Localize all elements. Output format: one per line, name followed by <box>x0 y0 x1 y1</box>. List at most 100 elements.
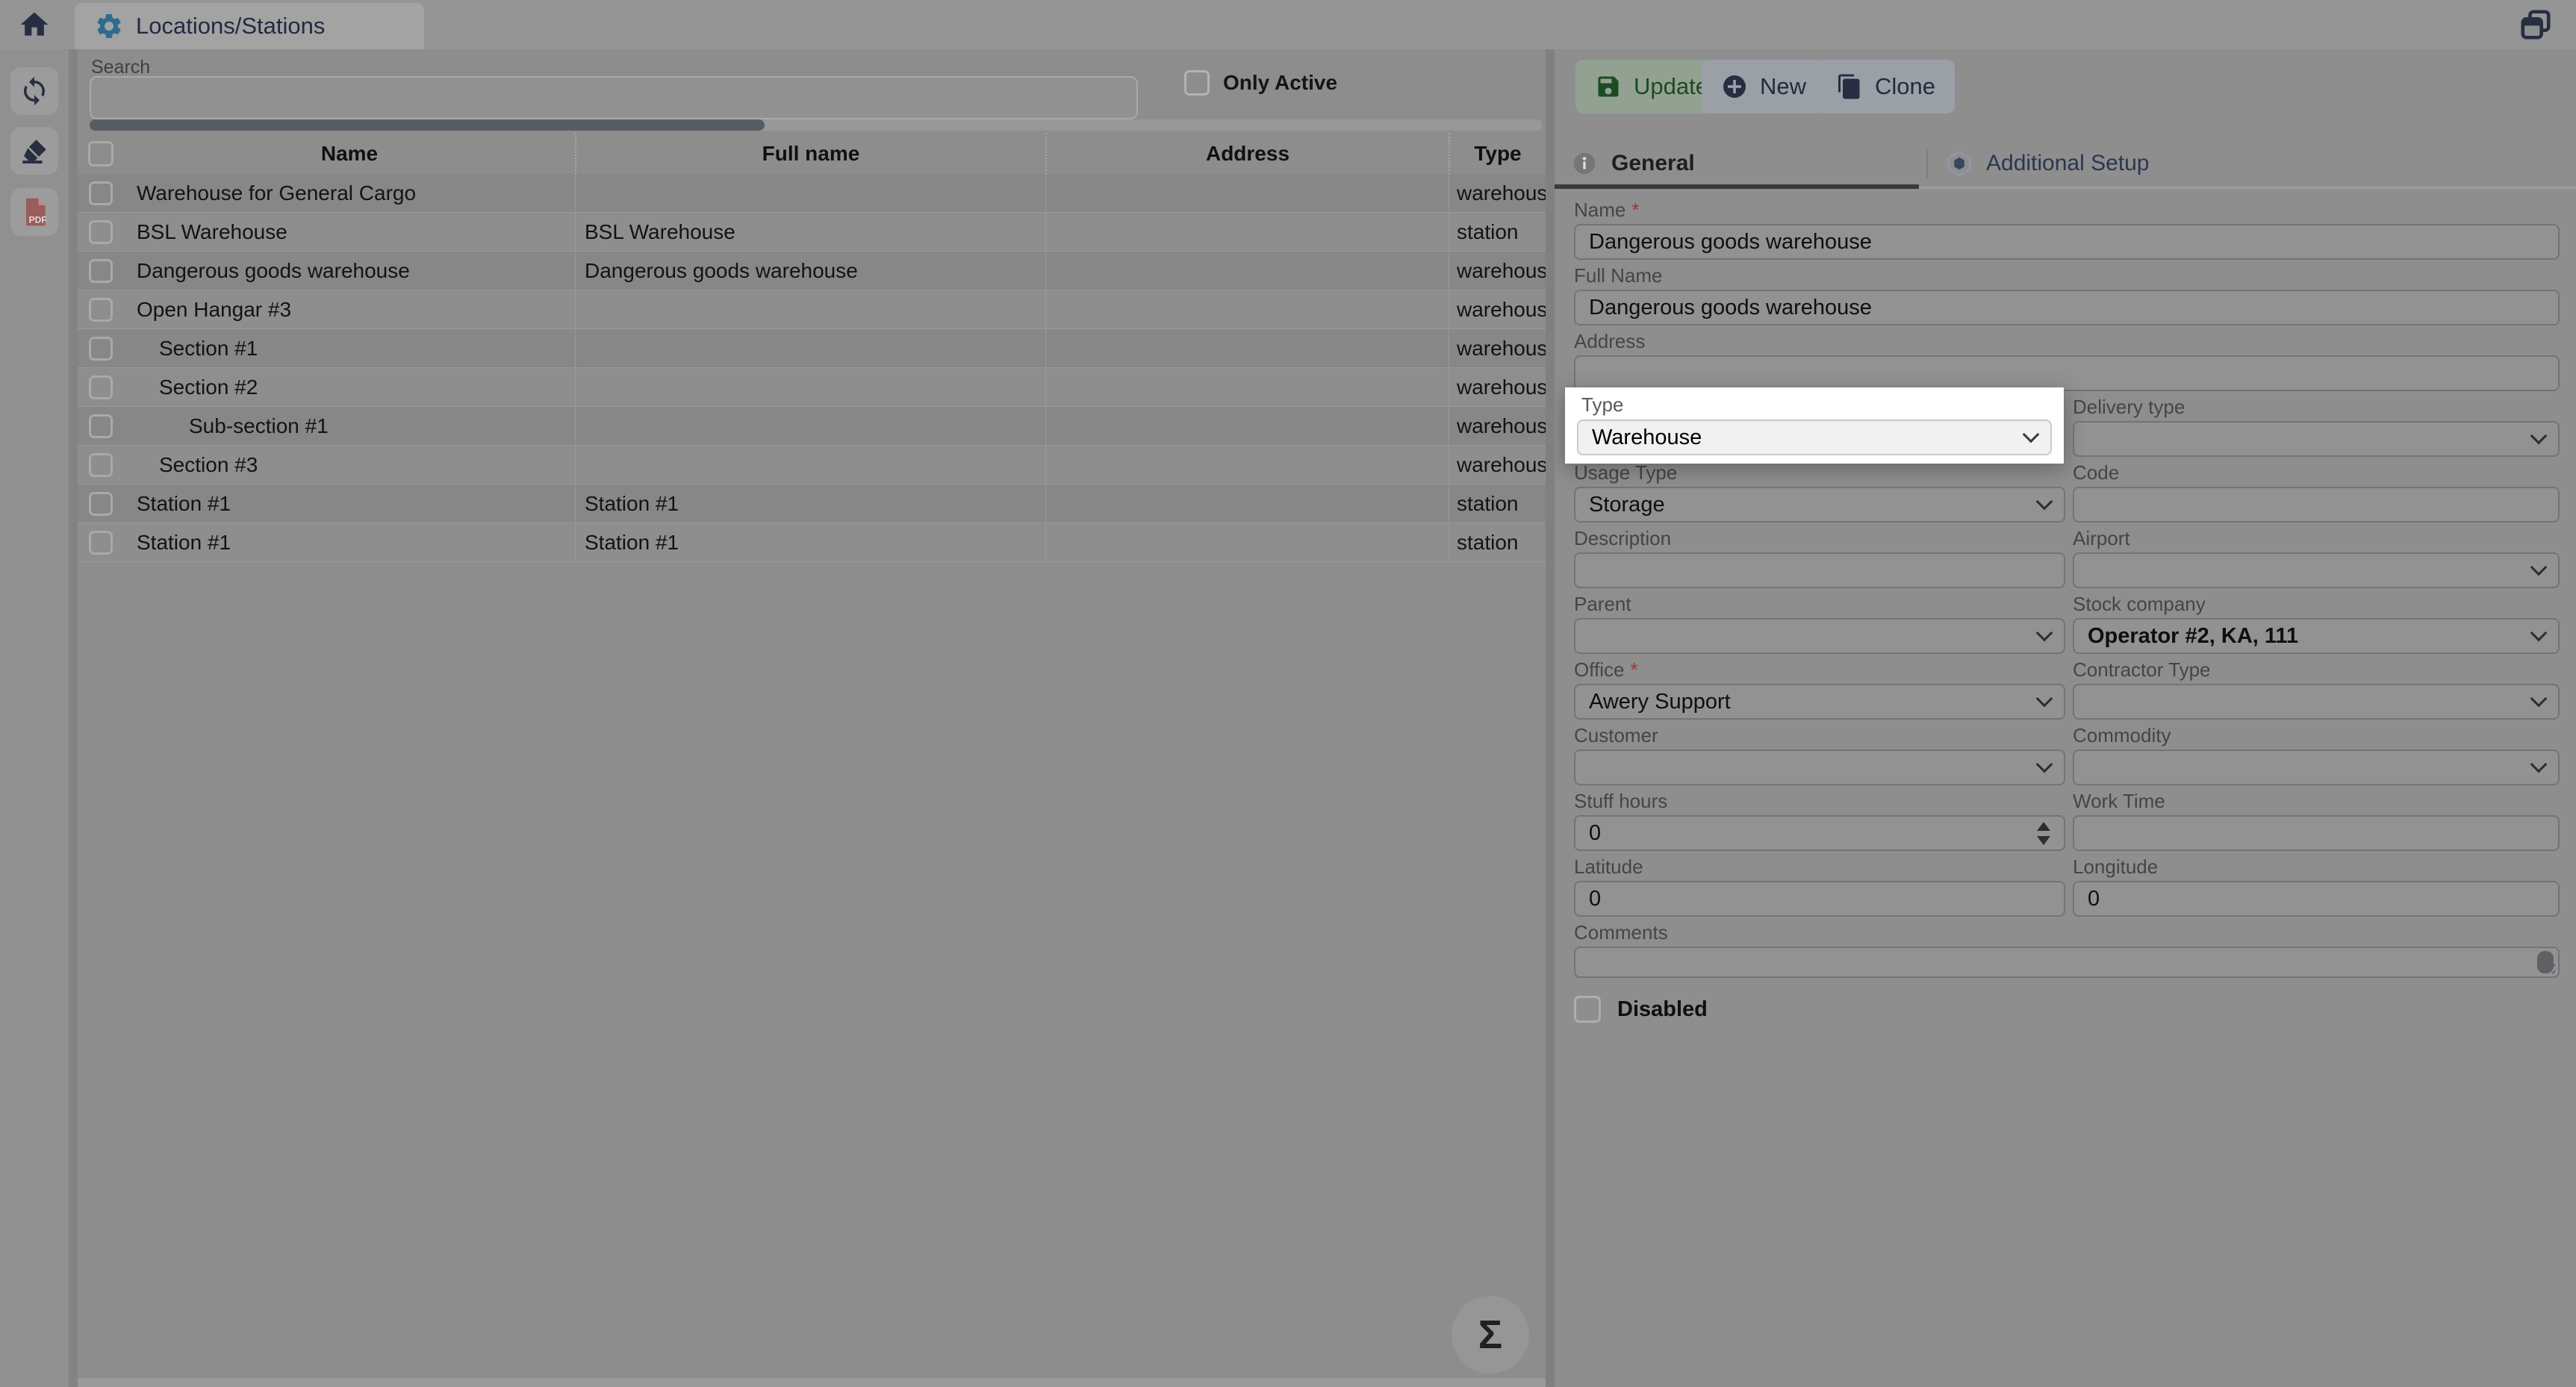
stock-company-value: Operator #2, KA, 111 <box>2088 624 2298 649</box>
work-time-input[interactable] <box>2073 815 2560 851</box>
tab-locations-stations[interactable]: Locations/Stations <box>75 3 424 49</box>
code-input[interactable] <box>2073 487 2560 523</box>
clear-filters-button[interactable] <box>10 127 58 175</box>
stock-company-select[interactable]: Operator #2, KA, 111 <box>2073 618 2560 654</box>
table-row[interactable]: Open Hangar #3 warehouse <box>78 290 1546 329</box>
commodity-select[interactable] <box>2073 749 2560 785</box>
row-checkbox[interactable] <box>89 337 113 361</box>
search-input[interactable] <box>90 76 1138 119</box>
row-checkbox-cell <box>78 298 124 322</box>
horizontal-scrollbar-thumb[interactable] <box>90 119 765 131</box>
table-row[interactable]: Station #1 Station #1 station <box>78 523 1546 562</box>
usage-type-field: Usage Type Storage <box>1574 461 2065 523</box>
table-row[interactable]: Section #1 warehouse <box>78 329 1546 368</box>
office-select[interactable]: Awery Support <box>1574 684 2065 720</box>
only-active-checkbox[interactable] <box>1184 70 1210 96</box>
usage-type-select[interactable]: Storage <box>1574 487 2065 523</box>
new-button[interactable]: New <box>1702 60 1826 113</box>
stepper-up-icon[interactable] <box>2037 822 2050 831</box>
row-checkbox[interactable] <box>89 181 113 205</box>
customer-select[interactable] <box>1574 749 2065 785</box>
row-checkbox[interactable] <box>89 220 113 244</box>
table-row[interactable]: Dangerous goods warehouse Dangerous good… <box>78 252 1546 290</box>
full-name-input[interactable]: Dangerous goods warehouse <box>1574 290 2560 325</box>
work-time-field: Work Time <box>2073 790 2560 851</box>
delivery-type-select[interactable] <box>2073 421 2560 457</box>
office-label: Office* <box>1574 658 2065 681</box>
type-select[interactable]: Warehouse <box>1577 420 2052 455</box>
row-checkbox[interactable] <box>89 414 113 438</box>
cell-full-name <box>575 446 1045 484</box>
latitude-input[interactable]: 0 <box>1574 881 2065 917</box>
resize-grip-icon[interactable] <box>2542 960 2555 973</box>
name-field: Name* Dangerous goods warehouse <box>1574 199 2560 260</box>
tab-general[interactable]: General <box>1571 140 1695 187</box>
home-button[interactable] <box>13 4 55 45</box>
chevron-down-icon <box>2530 625 2548 642</box>
table-row[interactable]: Warehouse for General Cargo warehouse <box>78 174 1546 213</box>
tab-additional-setup[interactable]: Additional Setup <box>1946 140 2150 187</box>
table-row[interactable]: Section #3 warehouse <box>78 446 1546 484</box>
sum-button[interactable]: Σ <box>1452 1296 1529 1374</box>
column-header-address[interactable]: Address <box>1045 133 1449 174</box>
longitude-input[interactable]: 0 <box>2073 881 2560 917</box>
row-checkbox[interactable] <box>89 259 113 283</box>
svg-text:PDF: PDF <box>29 215 47 225</box>
row-checkbox[interactable] <box>89 453 113 477</box>
name-label: Name* <box>1574 199 2560 221</box>
parent-select[interactable] <box>1574 618 2065 654</box>
refresh-button[interactable] <box>10 67 58 115</box>
stuff-hours-input[interactable]: 0 <box>1574 815 2065 851</box>
cell-name: Warehouse for General Cargo <box>124 181 575 205</box>
horizontal-scrollbar[interactable] <box>90 119 1543 131</box>
column-header-type[interactable]: Type <box>1449 133 1546 174</box>
cell-full-name <box>575 407 1045 446</box>
disabled-toggle[interactable]: Disabled <box>1574 996 1708 1023</box>
table-header-row: Name Full name Address Type <box>78 133 1546 174</box>
column-header-full-name[interactable]: Full name <box>575 133 1045 174</box>
chevron-down-icon <box>2036 493 2053 511</box>
app-root: { "topbar": { "tab_title": "Locations/St… <box>0 0 2576 1387</box>
name-input[interactable]: Dangerous goods warehouse <box>1574 224 2560 260</box>
detail-panel: Update New Clone General <box>1555 49 2576 1387</box>
table-row[interactable]: BSL Warehouse BSL Warehouse station <box>78 213 1546 252</box>
table-row[interactable]: Station #1 Station #1 station <box>78 484 1546 523</box>
table-row[interactable]: Section #2 warehouse <box>78 368 1546 407</box>
column-header-name[interactable]: Name <box>124 142 575 166</box>
cell-name: Section #1 <box>124 337 575 361</box>
clone-button[interactable]: Clone <box>1817 60 1955 113</box>
sidebar-divider <box>69 49 78 1387</box>
only-active-toggle[interactable]: Only Active <box>1184 70 1337 96</box>
cell-name: BSL Warehouse <box>124 220 575 244</box>
eraser-icon <box>19 135 50 166</box>
cell-address <box>1045 174 1449 213</box>
row-checkbox[interactable] <box>89 298 113 322</box>
table-row[interactable]: Sub-section #1 warehouse <box>78 407 1546 446</box>
address-input[interactable] <box>1574 355 2560 391</box>
cell-type: warehouse <box>1449 329 1546 368</box>
cell-type: warehouse <box>1449 290 1546 329</box>
export-pdf-button[interactable]: PDF <box>10 188 58 236</box>
parent-field: Parent <box>1574 593 2065 654</box>
only-active-label: Only Active <box>1223 71 1337 95</box>
row-checkbox[interactable] <box>89 375 113 399</box>
active-tab-underline <box>1555 184 1919 189</box>
contractor-type-select[interactable] <box>2073 684 2560 720</box>
row-checkbox[interactable] <box>89 531 113 555</box>
row-checkbox-cell <box>78 531 124 555</box>
description-field: Description <box>1574 527 2065 588</box>
airport-select[interactable] <box>2073 552 2560 588</box>
work-time-label: Work Time <box>2073 790 2560 812</box>
description-input[interactable] <box>1574 552 2065 588</box>
comments-textarea[interactable] <box>1574 947 2560 978</box>
longitude-field: Longitude 0 <box>2073 855 2560 917</box>
select-all-checkbox[interactable] <box>88 141 113 166</box>
cell-address <box>1045 407 1449 446</box>
stepper-down-icon[interactable] <box>2037 836 2050 845</box>
window-restore-button[interactable] <box>2516 7 2555 42</box>
panel-divider[interactable] <box>1546 49 1555 1387</box>
row-checkbox[interactable] <box>89 492 113 516</box>
number-stepper[interactable] <box>2037 822 2050 845</box>
disabled-checkbox[interactable] <box>1574 996 1601 1023</box>
cell-name: Sub-section #1 <box>124 414 575 438</box>
